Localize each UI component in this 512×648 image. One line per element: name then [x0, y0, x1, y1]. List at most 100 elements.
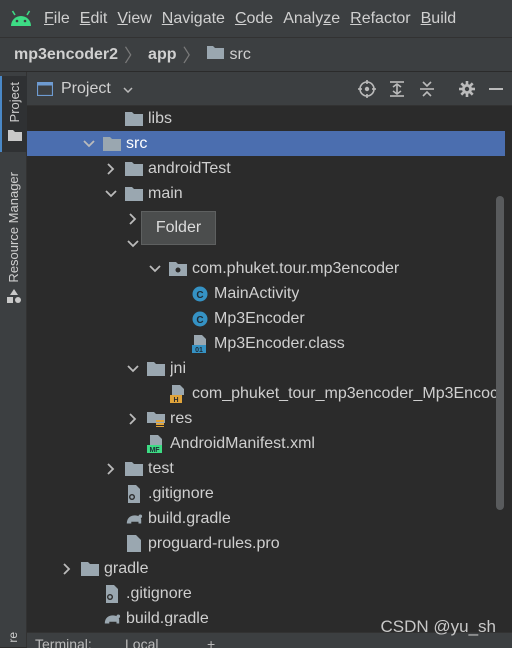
gradle-icon: [103, 610, 121, 627]
tree-row-label: build.gradle: [148, 509, 231, 527]
menu-item-mnemonic: B: [420, 9, 432, 27]
tree-row[interactable]: 01 Mp3Encoder.class: [27, 331, 505, 356]
tree-row[interactable]: androidTest: [27, 156, 505, 181]
menu-item[interactable]: Build: [421, 10, 457, 27]
breadcrumb-separator: 〉: [182, 45, 201, 66]
tool-tab-partial[interactable]: re: [6, 632, 20, 643]
local-tab[interactable]: Local: [125, 636, 158, 648]
tree-row[interactable]: C Mp3Encoder: [27, 306, 505, 331]
tree-row[interactable]: main: [27, 181, 505, 206]
chevron-down-icon[interactable]: [147, 261, 163, 277]
shapes-icon: [6, 288, 21, 308]
project-tree: libs src androidTest main com.phuket.tour.mp…: [27, 106, 505, 626]
tool-tab-project-label: Project: [7, 82, 22, 123]
svg-text:C: C: [196, 315, 203, 326]
tree-scrollbar-thumb[interactable]: [496, 196, 504, 510]
file-icon: [125, 535, 143, 553]
menu-item[interactable]: Refactor: [350, 10, 410, 27]
breadcrumb-folder-label: src: [229, 45, 251, 63]
tree-row[interactable]: libs: [27, 106, 505, 131]
project-panel-header: Project: [27, 72, 512, 106]
tree-row[interactable]: test: [27, 456, 505, 481]
tree-row[interactable]: [27, 206, 505, 231]
gradle-icon: [125, 510, 143, 528]
header-file-icon: H: [169, 384, 187, 403]
svg-text:H: H: [173, 397, 178, 403]
menu-item-mnemonic: V: [117, 9, 128, 27]
panel-title: Project: [61, 79, 111, 97]
tree-row[interactable]: build.gradle: [27, 506, 505, 531]
folder-icon: [125, 185, 143, 203]
menu-item-text: uild: [431, 9, 457, 27]
gear-icon[interactable]: [458, 80, 476, 98]
expand-all-icon[interactable]: [388, 80, 406, 98]
tool-tab-resource-manager[interactable]: Resource Manager: [0, 172, 27, 308]
breadcrumb-module[interactable]: app: [148, 46, 176, 64]
chevron-right-icon[interactable]: [103, 161, 119, 177]
chevron-down-icon[interactable]: [125, 236, 141, 252]
folder-icon: [206, 45, 224, 64]
android-icon[interactable]: [6, 4, 36, 34]
tree-row-label: com.phuket.tour.mp3encoder: [192, 259, 400, 277]
terminal-tab[interactable]: Terminal:: [35, 636, 92, 648]
breadcrumb-folder[interactable]: src: [206, 45, 251, 64]
chevron-down-icon[interactable]: [81, 136, 97, 152]
left-tool-stripe: Project Resource Manager re: [0, 72, 27, 647]
tree-row-label: AndroidManifest.xml: [170, 434, 315, 452]
menu-item-mnemonic: E: [79, 9, 91, 27]
tree-row[interactable]: res: [27, 406, 505, 431]
menu-item-text: e: [331, 9, 341, 27]
tree-row-label: res: [170, 409, 193, 427]
menu-item-text: iew: [127, 9, 152, 27]
menu-item[interactable]: Code: [235, 10, 273, 27]
tree-row-label: proguard-rules.pro: [148, 534, 280, 552]
chevron-down-icon[interactable]: [103, 186, 119, 202]
view-selector[interactable]: Project: [37, 80, 133, 98]
chevron-right-icon[interactable]: [125, 411, 141, 427]
menu-item[interactable]: Analyze: [283, 10, 340, 27]
project-view-icon: [37, 81, 53, 96]
folder-icon: [125, 460, 143, 478]
tool-tab-project[interactable]: Project: [0, 76, 27, 152]
chevron-down-icon: [123, 80, 133, 98]
menu-item[interactable]: File: [44, 10, 70, 27]
tree-row[interactable]: .gitignore: [27, 581, 505, 606]
menu-item-mnemonic: F: [44, 9, 54, 27]
tooltip: Folder: [141, 211, 216, 245]
menu-item[interactable]: Navigate: [162, 10, 225, 27]
tree-row[interactable]: src: [27, 131, 505, 156]
tree-row[interactable]: C MainActivity: [27, 281, 505, 306]
folder-icon: [125, 160, 143, 178]
menu-bar: File Edit View Navigate Code Analyze Refactor B…: [0, 0, 512, 37]
tree-row[interactable]: Hcom_phuket_tour_mp3encoder_Mp3Encoc: [27, 381, 505, 406]
new-session-button[interactable]: +: [207, 636, 215, 648]
tree-row[interactable]: proguard-rules.pro: [27, 531, 505, 556]
menu-item-mnemonic: R: [350, 9, 362, 27]
tree-row[interactable]: com.phuket.tour.mp3encoder: [27, 256, 505, 281]
tree-row[interactable]: MF AndroidManifest.xml: [27, 431, 505, 456]
folder-icon: [81, 560, 99, 578]
chevron-right-icon[interactable]: [125, 211, 141, 227]
menu-item[interactable]: Edit: [80, 10, 108, 27]
menu-item-text: efactor: [361, 9, 411, 27]
chevron-down-icon[interactable]: [125, 361, 141, 377]
breadcrumb-separator: 〉: [124, 45, 143, 66]
chevron-right-icon[interactable]: [59, 561, 75, 577]
package-icon: [169, 260, 187, 278]
tree-row[interactable]: jni: [27, 356, 505, 381]
tree-row-label: .gitignore: [148, 484, 214, 502]
tool-tab-resource-manager-label: Resource Manager: [6, 172, 21, 283]
tree-row-label: src: [126, 134, 148, 152]
svg-text:C: C: [196, 290, 203, 301]
locate-icon[interactable]: [358, 80, 376, 98]
menu-item[interactable]: View: [117, 10, 151, 27]
tree-row[interactable]: .gitignore: [27, 481, 505, 506]
chevron-right-icon[interactable]: [103, 461, 119, 477]
menu-item-text: dit: [90, 9, 108, 27]
tree-row[interactable]: [27, 231, 505, 256]
tree-row[interactable]: gradle: [27, 556, 505, 581]
collapse-all-icon[interactable]: [418, 80, 436, 98]
breadcrumb-project[interactable]: mp3encoder2: [14, 46, 118, 64]
breadcrumb: mp3encoder2 〉 app 〉 src: [0, 37, 512, 72]
hide-icon[interactable]: [488, 80, 504, 98]
